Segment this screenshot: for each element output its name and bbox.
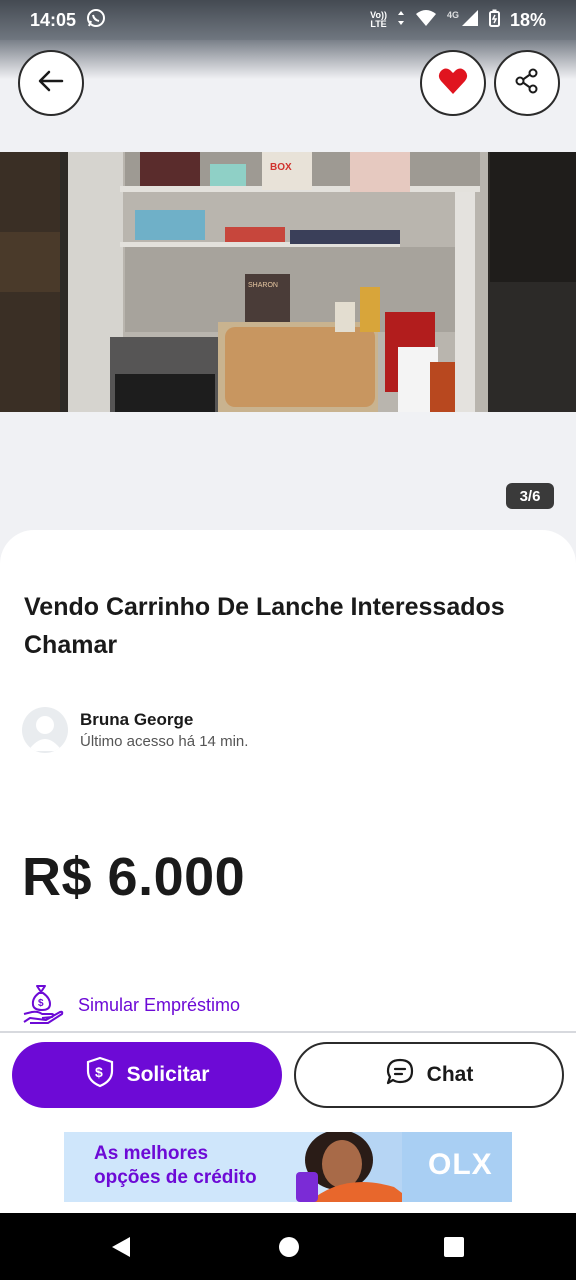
- nav-home-icon[interactable]: [278, 1236, 300, 1263]
- data-arrows-icon: [397, 10, 405, 31]
- battery-icon: [488, 9, 500, 32]
- simulate-loan-label: Simular Empréstimo: [78, 995, 241, 1015]
- chat-button[interactable]: Chat: [294, 1042, 564, 1108]
- wifi-icon: [415, 9, 437, 32]
- volte-icon: Vo)) LTE: [370, 11, 387, 29]
- shield-dollar-icon: $: [85, 1056, 115, 1094]
- status-time: 14:05: [30, 9, 77, 30]
- signal-icon: [461, 9, 479, 32]
- system-nav-bar: [0, 1213, 576, 1280]
- share-button[interactable]: [494, 50, 560, 116]
- back-button[interactable]: [18, 50, 84, 116]
- banner-headline-text: As melhores opções de crédito: [94, 1143, 257, 1188]
- avatar[interactable]: [22, 707, 68, 753]
- chat-bubble-icon: [385, 1057, 415, 1093]
- olx-logo: OLX: [428, 1148, 493, 1181]
- chat-button-label: Chat: [426, 1063, 474, 1086]
- favorite-button[interactable]: [420, 50, 486, 116]
- request-button[interactable]: $ Solicitar: [12, 1042, 282, 1108]
- svg-text:$: $: [95, 1064, 103, 1080]
- nav-recents-icon[interactable]: [444, 1237, 464, 1262]
- heart-icon: [438, 67, 468, 100]
- simulate-loan-link[interactable]: $ Simular Empréstimo: [22, 982, 240, 1029]
- svg-text:$: $: [38, 998, 44, 1009]
- top-bar: [0, 40, 576, 152]
- photo-label-box: BOX: [270, 162, 292, 173]
- share-icon: [513, 67, 541, 100]
- photo-counter: 3/6: [506, 483, 554, 509]
- status-bar: 14:05 Vo)) LTE 4G 18%: [0, 0, 576, 40]
- network-bottom-label: LTE: [370, 19, 387, 29]
- listing-title: Vendo Carrinho De Lanche Interessados Ch…: [24, 593, 505, 659]
- credit-ad-banner[interactable]: As melhores opções de crédito OLX: [64, 1132, 512, 1202]
- back-arrow-icon: [36, 66, 66, 101]
- signal-label: 4G: [446, 9, 459, 20]
- nav-back-icon[interactable]: [110, 1235, 132, 1264]
- battery-level: 18%: [509, 9, 546, 30]
- request-button-label: Solicitar: [126, 1063, 210, 1086]
- seller-name[interactable]: Bruna George: [80, 710, 193, 730]
- whatsapp-icon: [86, 8, 106, 33]
- listing-price: R$ 6.000: [22, 847, 246, 907]
- seller-last-seen: Último acesso há 14 min.: [80, 733, 249, 750]
- listing-photo[interactable]: BOX SHARON: [0, 152, 576, 412]
- photo-label-sharon: SHARON: [248, 282, 278, 289]
- banner-headline: As melhores opções de crédito: [94, 1142, 264, 1190]
- money-bag-hand-icon: $: [22, 982, 64, 1029]
